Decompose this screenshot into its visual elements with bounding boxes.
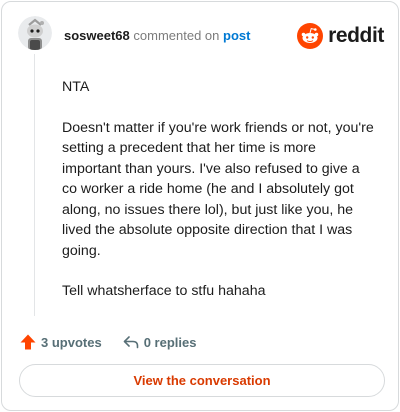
reply-count: 0 replies <box>143 334 197 350</box>
reddit-logo-icon <box>297 23 324 49</box>
commented-on-label: commented on <box>133 28 220 43</box>
comment-paragraph: Tell whatsherface to stfu hahaha <box>62 283 266 299</box>
comment-meta: sosweet68 commented on post <box>64 28 250 44</box>
reply-button[interactable]: 0 replies <box>122 333 197 351</box>
upvote-count: 3 upvotes <box>41 334 102 350</box>
comment-actions: 3 upvotes 0 replies <box>19 332 216 352</box>
comment-paragraph: Doesn't matter if you're work friends or… <box>62 119 374 259</box>
view-conversation-button[interactable]: View the conversation <box>19 364 385 397</box>
user-avatar[interactable] <box>18 16 52 50</box>
reddit-brand[interactable]: reddit <box>297 22 384 50</box>
post-link[interactable]: post <box>223 28 250 43</box>
embedded-comment-card: sosweet68 commented on post reddit NTA D… <box>1 1 399 411</box>
reply-arrow-icon <box>123 336 138 349</box>
snoo-avatar-icon <box>18 16 52 50</box>
upvote-button[interactable]: 3 upvotes <box>19 333 102 351</box>
thread-line <box>34 54 35 316</box>
reddit-wordmark: reddit <box>328 24 384 47</box>
comment-body: NTA Doesn't matter if you're work friend… <box>62 77 374 322</box>
upvote-arrow-icon <box>20 334 36 350</box>
username-link[interactable]: sosweet68 <box>64 28 130 43</box>
comment-header: sosweet68 commented on post reddit <box>18 16 384 56</box>
comment-paragraph: NTA <box>62 79 90 95</box>
